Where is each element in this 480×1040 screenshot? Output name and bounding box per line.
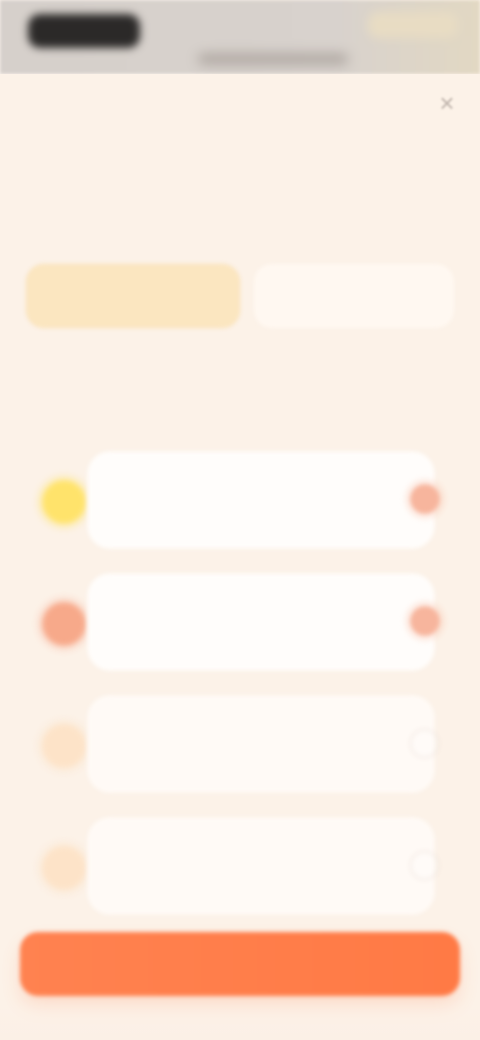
bottom-fade	[0, 1000, 480, 1040]
option-card-2[interactable]	[24, 574, 456, 670]
option-card-background	[88, 696, 434, 792]
option-card-1[interactable]	[24, 452, 456, 548]
selected-check-icon	[410, 484, 440, 514]
peach-icon	[42, 724, 86, 768]
sun-icon	[42, 480, 86, 524]
selected-check-icon	[410, 606, 440, 636]
status-time	[28, 14, 140, 48]
status-center-bar	[198, 54, 348, 64]
option-card-3[interactable]	[24, 696, 456, 792]
close-button[interactable]: ×	[432, 88, 462, 118]
app-screen: ×	[0, 0, 480, 1040]
orange-icon	[42, 602, 86, 646]
option-card-background	[88, 574, 434, 670]
option-card-background	[88, 452, 434, 548]
continue-button[interactable]	[20, 932, 460, 996]
bottom-sheet: ×	[0, 74, 480, 1040]
segment-secondary[interactable]	[254, 264, 454, 328]
option-card-4[interactable]	[24, 818, 456, 914]
unselected-check-icon	[410, 729, 439, 758]
segment-primary[interactable]	[26, 264, 240, 328]
segmented-control	[26, 264, 454, 328]
peach-icon	[42, 846, 86, 890]
option-card-background	[88, 818, 434, 914]
status-indicators	[368, 12, 458, 38]
unselected-check-icon	[410, 851, 439, 880]
status-bar	[0, 0, 480, 74]
